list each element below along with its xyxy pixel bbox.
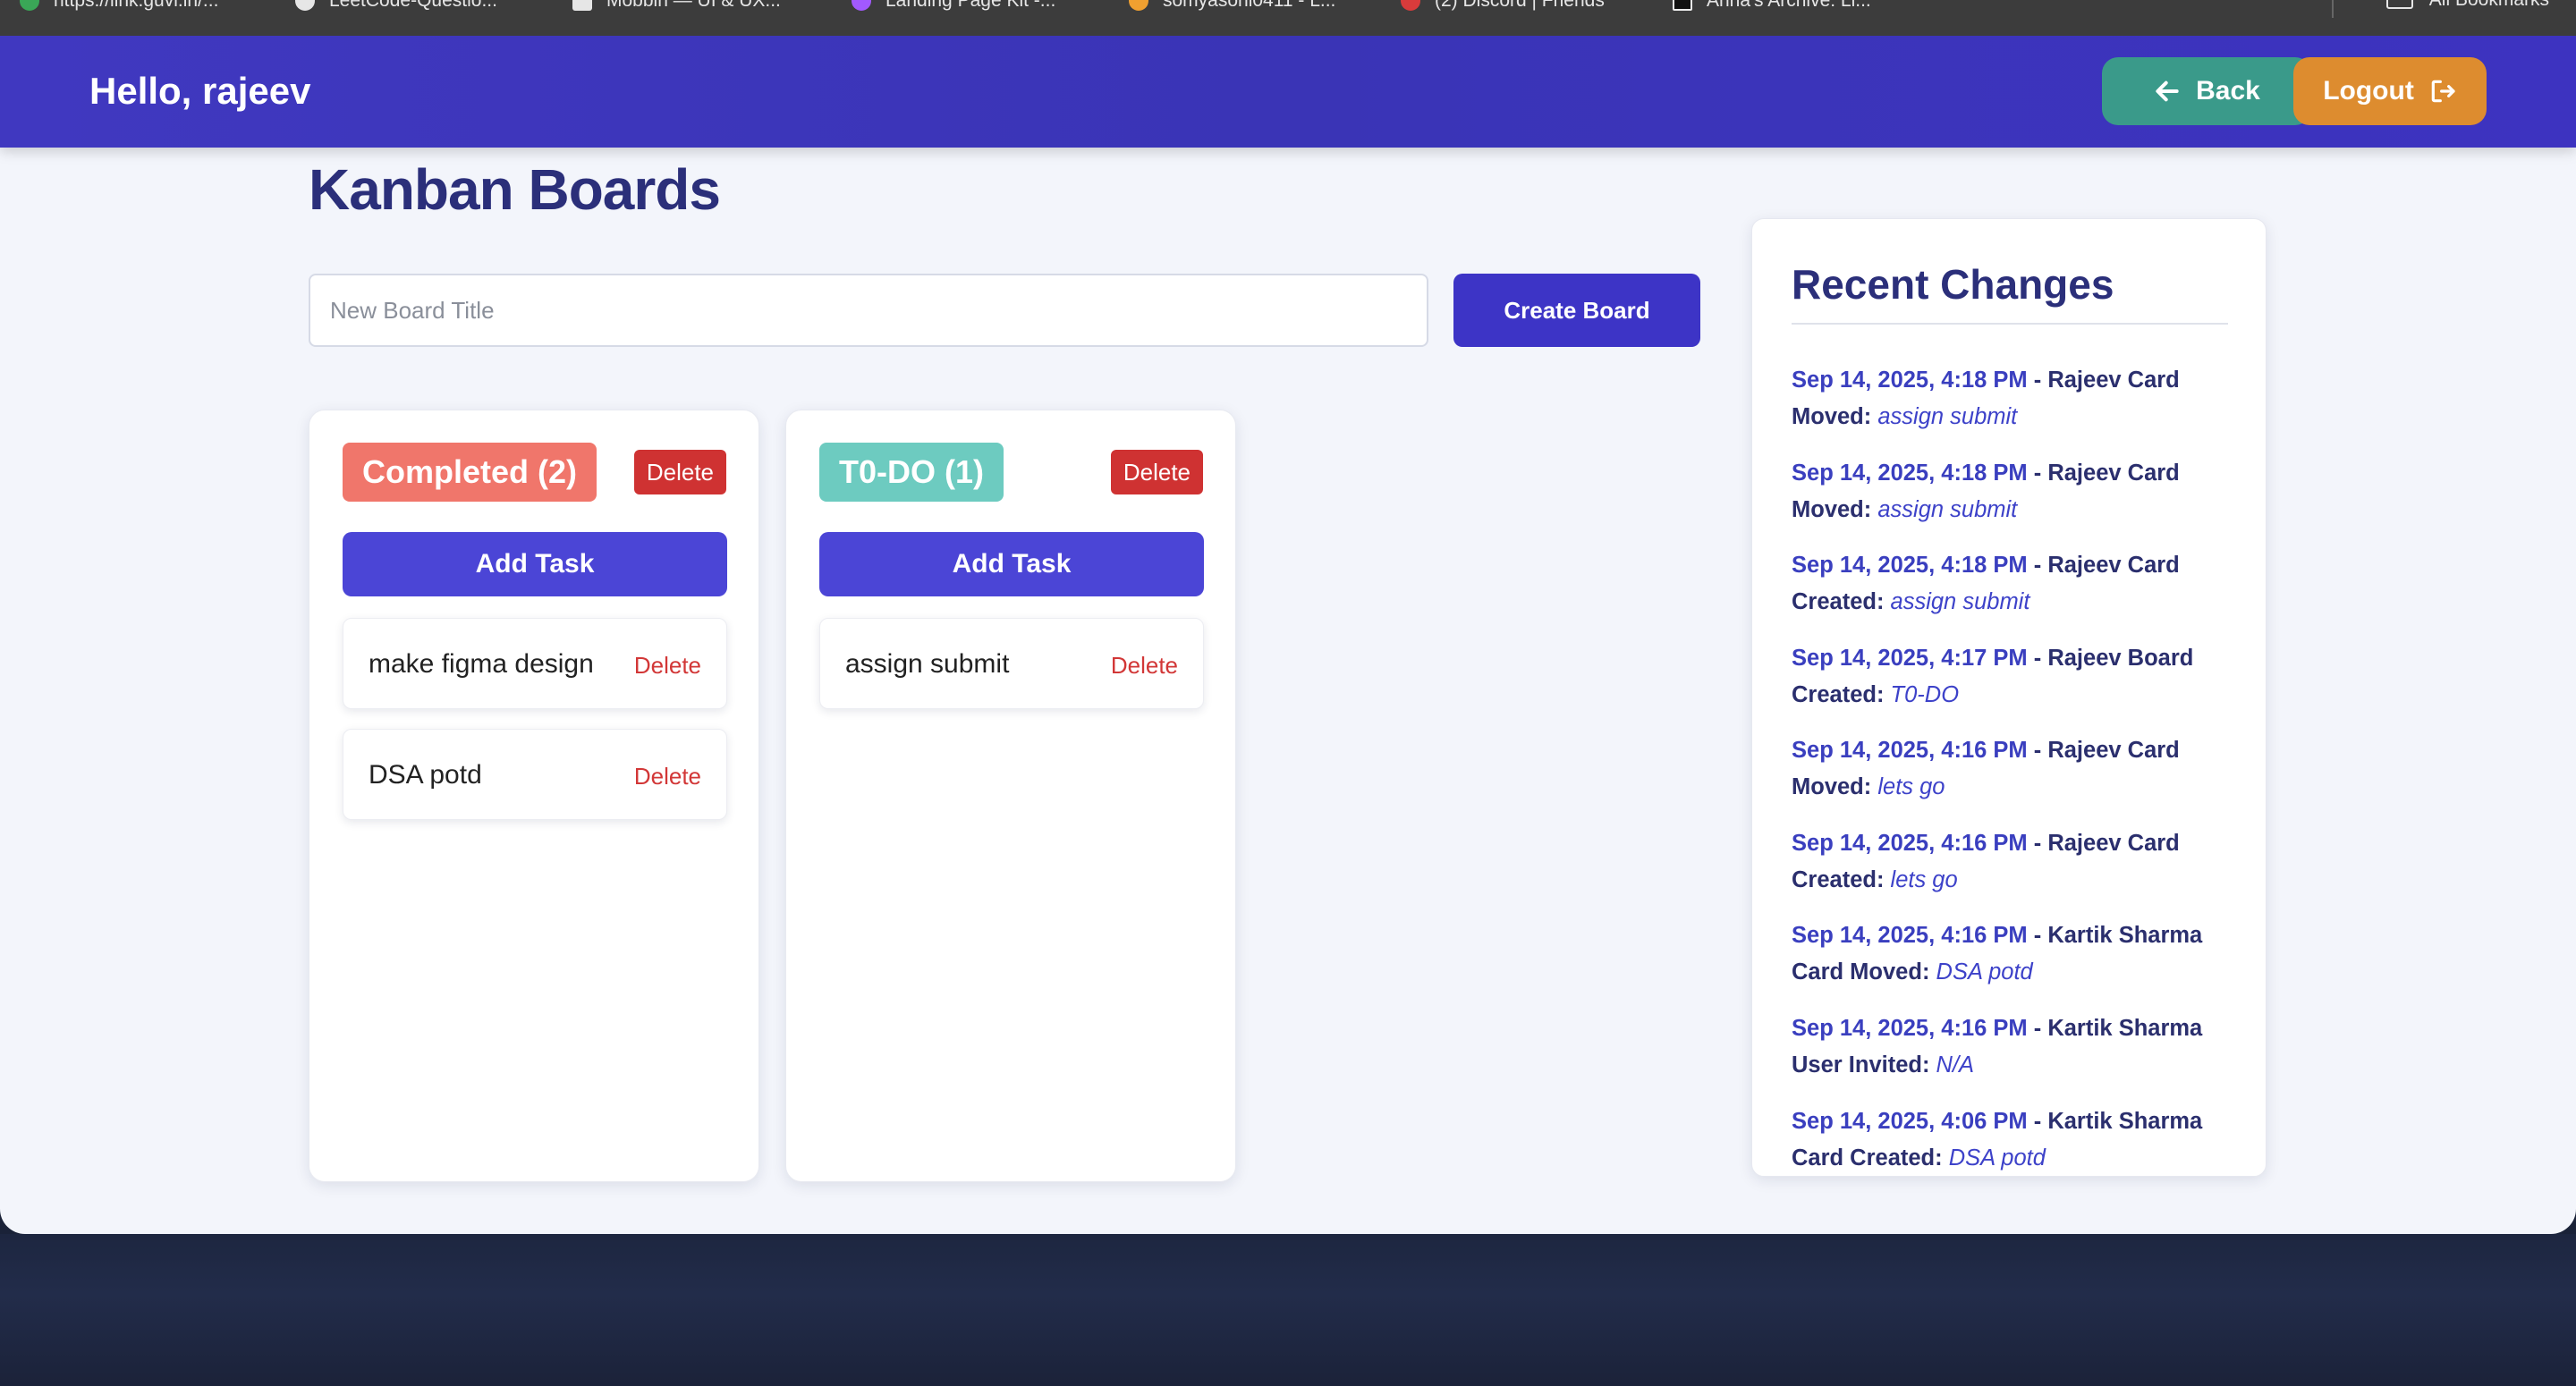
- change-target: assign submit: [1890, 589, 2030, 614]
- change-target: T0-DO: [1890, 682, 1960, 707]
- change-actor: Kartik Sharma: [2047, 1016, 2203, 1041]
- change-target: DSA potd: [1948, 1145, 2046, 1170]
- change-timestamp: Sep 14, 2025, 4:16 PM: [1792, 923, 2028, 948]
- bookmark-item[interactable]: https://link.guvi.in/...: [20, 0, 218, 13]
- change-actor: Rajeev: [2047, 831, 2122, 856]
- change-actor: Kartik Sharma: [2047, 923, 2203, 948]
- folder-icon: [2385, 0, 2413, 9]
- change-item: Sep 14, 2025, 4:16 PM - Rajeev Card Move…: [1792, 738, 2180, 799]
- change-timestamp: Sep 14, 2025, 4:16 PM: [1792, 831, 2028, 856]
- task-label: assign submit: [845, 649, 1010, 679]
- change-actor: Rajeev: [2047, 461, 2122, 486]
- add-task-button[interactable]: Add Task: [343, 532, 727, 596]
- change-timestamp: Sep 14, 2025, 4:17 PM: [1792, 646, 2028, 671]
- change-actor: Kartik Sharma: [2047, 1109, 2203, 1134]
- change-item: Sep 14, 2025, 4:16 PM - Rajeev Card Crea…: [1792, 831, 2180, 892]
- desktop-wallpaper: [0, 1234, 2576, 1386]
- task-card[interactable]: assign submit Delete: [819, 618, 1204, 709]
- logout-label: Logout: [2323, 76, 2414, 106]
- back-label: Back: [2196, 76, 2260, 106]
- change-item: Sep 14, 2025, 4:17 PM - Rajeev Board Cre…: [1792, 646, 2194, 707]
- bookmark-label: Mobbin — UI & UX...: [606, 0, 781, 11]
- change-target: lets go: [1877, 774, 1945, 799]
- bookmark-label: Landing Page Kit -...: [886, 0, 1056, 11]
- board-column: T0-DO (1) Delete Add Task assign submit …: [785, 410, 1236, 1182]
- bookmark-label: LeetCode-Questio...: [329, 0, 497, 11]
- bookmark-label: Anna's Archive: Li...: [1707, 0, 1871, 11]
- bookmark-label: somyasoni0411 - L...: [1163, 0, 1336, 11]
- create-board-button[interactable]: Create Board: [1453, 274, 1700, 347]
- change-actor: Rajeev: [2047, 553, 2122, 578]
- board-title: T0-DO (1): [819, 443, 1004, 502]
- delete-board-button[interactable]: Delete: [633, 450, 726, 494]
- bookmark-favicon-icon: [20, 0, 39, 11]
- all-bookmarks-label: All Bookmarks: [2429, 0, 2549, 11]
- task-label: make figma design: [369, 649, 594, 679]
- discord-icon: [1401, 0, 1420, 11]
- delete-task-button[interactable]: Delete: [634, 652, 701, 680]
- back-button[interactable]: Back: [2102, 57, 2311, 125]
- bookmark-item[interactable]: (2) Discord | Friends: [1401, 0, 1605, 13]
- change-target: lets go: [1890, 867, 1958, 892]
- bookmark-item[interactable]: somyasoni0411 - L...: [1129, 0, 1335, 13]
- bookmark-label: (2) Discord | Friends: [1435, 0, 1605, 11]
- change-actor: Rajeev: [2047, 368, 2122, 393]
- all-bookmarks-button[interactable]: All Bookmarks: [2385, 0, 2549, 11]
- change-item: Sep 14, 2025, 4:18 PM - Rajeev Card Move…: [1792, 368, 2180, 429]
- change-target: assign submit: [1877, 497, 2018, 522]
- recent-changes-title: Recent Changes: [1792, 261, 2114, 308]
- mobbin-icon: [572, 0, 592, 11]
- annas-archive-icon: [1673, 0, 1692, 11]
- delete-task-button[interactable]: Delete: [634, 763, 701, 790]
- change-timestamp: Sep 14, 2025, 4:18 PM: [1792, 368, 2028, 393]
- page-title: Kanban Boards: [309, 157, 721, 222]
- bookmarks-bar: https://link.guvi.in/... LeetCode-Questi…: [0, 0, 2576, 36]
- logout-icon: [2431, 80, 2455, 103]
- change-item: Sep 14, 2025, 4:18 PM - Rajeev Card Crea…: [1792, 553, 2180, 614]
- divider: [1792, 323, 2228, 325]
- new-board-title-input[interactable]: [309, 274, 1428, 347]
- bookmark-label: https://link.guvi.in/...: [54, 0, 219, 11]
- bookmarks-divider: [2332, 0, 2334, 18]
- bookmark-item[interactable]: Anna's Archive: Li...: [1673, 0, 1871, 13]
- task-label: DSA potd: [369, 760, 482, 790]
- bookmark-item[interactable]: Landing Page Kit -...: [852, 0, 1055, 13]
- board-title: Completed (2): [343, 443, 597, 502]
- github-icon: [295, 0, 315, 11]
- change-item: Sep 14, 2025, 4:06 PM - Kartik Sharma Ca…: [1792, 1109, 2203, 1170]
- change-item: Sep 14, 2025, 4:18 PM - Rajeev Card Move…: [1792, 461, 2180, 522]
- change-timestamp: Sep 14, 2025, 4:06 PM: [1792, 1109, 2028, 1134]
- change-action: Card Moved: [1792, 959, 1922, 985]
- task-card[interactable]: make figma design Delete: [343, 618, 727, 709]
- board-column: Completed (2) Delete Add Task make figma…: [309, 410, 759, 1182]
- delete-board-button[interactable]: Delete: [1110, 450, 1203, 494]
- delete-task-button[interactable]: Delete: [1111, 652, 1178, 680]
- task-card[interactable]: DSA potd Delete: [343, 729, 727, 820]
- change-actor: Rajeev: [2047, 738, 2122, 763]
- bookmark-item[interactable]: Mobbin — UI & UX...: [572, 0, 781, 13]
- change-action: Card Created: [1792, 1145, 1936, 1170]
- recent-changes-panel[interactable]: Recent Changes Sep 14, 2025, 4:18 PM - R…: [1751, 218, 2267, 1177]
- figma-icon: [852, 0, 871, 11]
- change-item: Sep 14, 2025, 4:16 PM - Kartik Sharma Ca…: [1792, 923, 2203, 985]
- change-timestamp: Sep 14, 2025, 4:18 PM: [1792, 461, 2028, 486]
- change-target: DSA potd: [1936, 959, 2033, 985]
- arrow-left-icon: [2156, 80, 2179, 102]
- bookmark-item[interactable]: LeetCode-Questio...: [295, 0, 497, 13]
- change-target: assign submit: [1877, 404, 2018, 429]
- change-timestamp: Sep 14, 2025, 4:18 PM: [1792, 553, 2028, 578]
- logout-button[interactable]: Logout: [2293, 57, 2487, 125]
- change-timestamp: Sep 14, 2025, 4:16 PM: [1792, 1016, 2028, 1041]
- change-timestamp: Sep 14, 2025, 4:16 PM: [1792, 738, 2028, 763]
- app-header: Hello, rajeev Back Logout: [0, 36, 2576, 148]
- greeting: Hello, rajeev: [89, 70, 311, 112]
- change-item: Sep 14, 2025, 4:16 PM - Kartik Sharma Us…: [1792, 1016, 2203, 1078]
- leetcode-icon: [1129, 0, 1148, 11]
- add-task-button[interactable]: Add Task: [819, 532, 1204, 596]
- app-window: Hello, rajeev Back Logout Kanban Boards …: [0, 36, 2576, 1234]
- change-actor: Rajeev: [2047, 646, 2122, 671]
- change-target: N/A: [1936, 1052, 1975, 1078]
- change-action: User Invited: [1792, 1052, 1922, 1078]
